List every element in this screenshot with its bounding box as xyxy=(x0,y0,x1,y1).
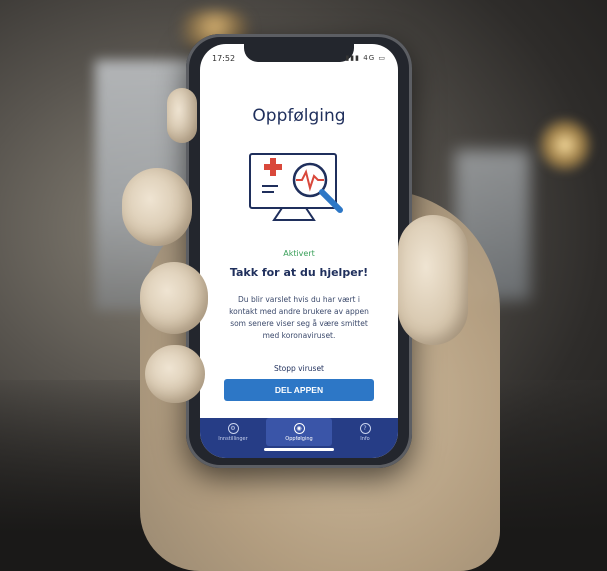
glove-finger-lower xyxy=(145,345,205,403)
tab-follow-up[interactable]: ◉ Oppfølging xyxy=(266,418,332,446)
glove-finger-middle xyxy=(140,262,208,334)
glove-finger-top xyxy=(122,168,192,246)
description-text: Du blir varslet hvis du har vært i konta… xyxy=(229,295,369,340)
status-time: 17:52 xyxy=(212,54,236,63)
network-label: 4G xyxy=(363,54,376,62)
monitor-magnifier-illustration xyxy=(249,153,343,221)
status-badge: Aktivert xyxy=(283,249,315,258)
page-title: Oppfølging xyxy=(252,106,346,126)
follow-up-icon: ◉ xyxy=(293,422,305,434)
glove-thumb xyxy=(398,215,468,345)
tab-follow-up-label: Oppfølging xyxy=(285,435,313,442)
glove-finger-tip xyxy=(167,88,197,143)
tab-info[interactable]: ? Info xyxy=(332,418,398,446)
phone-screen: 17:52 ▮▮▮ 4G ▭ Oppfølging Aktivert Takk … xyxy=(200,44,398,458)
background-lamp xyxy=(535,115,595,175)
stop-virus-label: Stopp viruset xyxy=(273,364,325,373)
share-app-button[interactable]: DEL APPEN xyxy=(224,379,374,401)
info-icon: ? xyxy=(359,422,371,434)
tab-settings-label: Innstillinger xyxy=(218,435,248,442)
tab-settings[interactable]: ⚙ Innstillinger xyxy=(200,418,266,446)
home-indicator xyxy=(264,448,334,451)
signal-icon: ▮▮▮ xyxy=(345,54,361,62)
phone-notch xyxy=(244,44,354,62)
bottom-tab-bar: ⚙ Innstillinger ◉ Oppfølging ? Info xyxy=(200,418,398,458)
gear-icon: ⚙ xyxy=(227,422,239,434)
headline: Takk for at du hjelper! xyxy=(229,266,369,279)
battery-icon: ▭ xyxy=(378,54,386,62)
status-network: ▮▮▮ 4G ▭ xyxy=(345,54,386,62)
tab-info-label: Info xyxy=(360,435,370,442)
